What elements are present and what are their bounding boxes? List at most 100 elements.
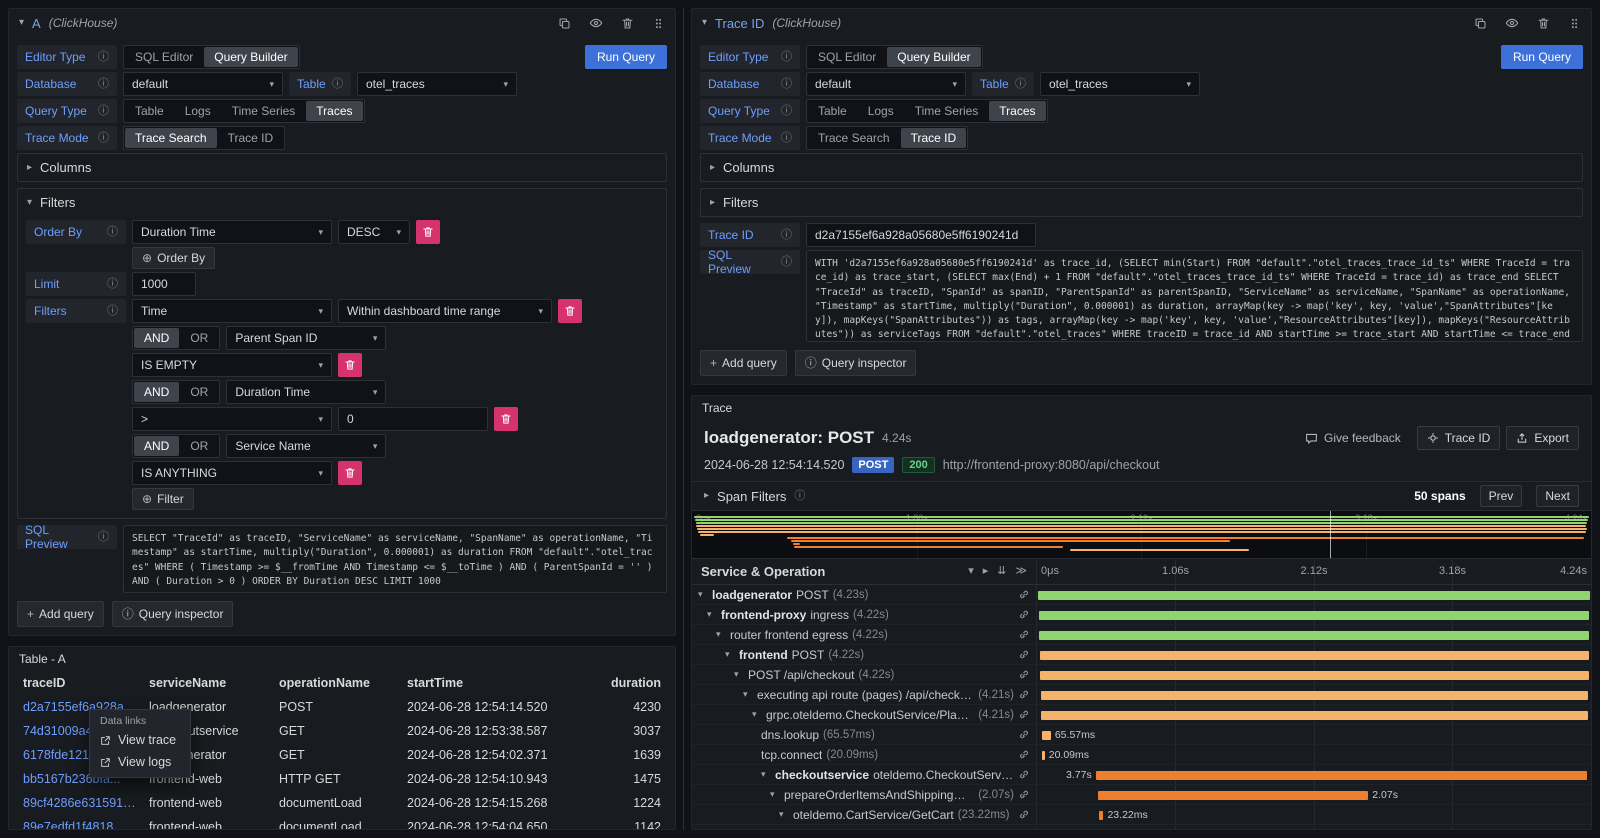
- trace-id-button[interactable]: Trace ID: [901, 128, 967, 148]
- span-row[interactable]: ▾oteldemo.CartService/GetCart(23.22ms)23…: [692, 805, 1591, 825]
- add-query-button[interactable]: +Add query: [700, 350, 787, 376]
- span-link-icon[interactable]: [1018, 629, 1030, 641]
- span-collapse-icon[interactable]: ▾: [761, 770, 771, 779]
- trace-search-button[interactable]: Trace Search: [125, 128, 217, 148]
- query-type-table[interactable]: Table: [808, 101, 857, 121]
- minimap-cursor[interactable]: [1330, 511, 1331, 558]
- panel-title[interactable]: Trace: [692, 396, 1591, 420]
- collapse-all-icon[interactable]: ⇊: [997, 566, 1006, 577]
- drag-handle-icon[interactable]: [652, 17, 665, 30]
- remove-filter-button[interactable]: [338, 461, 362, 485]
- span-row[interactable]: ▾router frontend egress(4.22s): [692, 625, 1591, 645]
- and-button[interactable]: AND: [134, 328, 179, 348]
- column-header[interactable]: duration: [577, 671, 667, 695]
- span-bar[interactable]: [1099, 811, 1103, 820]
- span-bar[interactable]: [1039, 611, 1590, 620]
- info-icon[interactable]: ⓘ: [98, 532, 109, 543]
- span-bar[interactable]: [1040, 651, 1589, 660]
- span-link-icon[interactable]: [1018, 589, 1030, 601]
- cell-traceID[interactable]: 89cf4286e631591b4...: [17, 791, 143, 815]
- span-collapse-icon[interactable]: ▾: [707, 610, 717, 619]
- column-header[interactable]: startTime: [401, 671, 577, 695]
- span-row[interactable]: ▾POST /api/checkout(4.22s): [692, 665, 1591, 685]
- duplicate-query-icon[interactable]: [1474, 17, 1487, 30]
- span-row[interactable]: ▾grpc.oteldemo.CheckoutService/PlaceOrde…: [692, 705, 1591, 725]
- span-collapse-icon[interactable]: ▾: [770, 790, 780, 799]
- trace-id-copy-button[interactable]: Trace ID: [1417, 426, 1501, 450]
- trace-id-input[interactable]: [806, 223, 1036, 247]
- trace-minimap[interactable]: 0μs1.06s2.12s3.18s4.24s: [692, 511, 1591, 559]
- info-icon[interactable]: ⓘ: [1015, 79, 1026, 90]
- query-type-timeseries[interactable]: Time Series: [222, 101, 306, 121]
- query-inspector-button[interactable]: ⓘQuery inspector: [112, 601, 234, 627]
- info-icon[interactable]: ⓘ: [781, 230, 792, 241]
- query-type-table[interactable]: Table: [125, 101, 174, 121]
- column-header[interactable]: serviceName: [143, 671, 273, 695]
- prev-span-button[interactable]: Prev: [1480, 485, 1523, 507]
- add-filter-button[interactable]: ⊕Filter: [132, 488, 194, 510]
- span-bar[interactable]: [1096, 771, 1587, 780]
- and-button[interactable]: AND: [134, 382, 179, 402]
- filters-toggle[interactable]: ▾ Filters: [18, 189, 666, 216]
- span-collapse-icon[interactable]: ▾: [752, 710, 762, 719]
- sql-editor-button[interactable]: SQL Editor: [808, 47, 886, 67]
- query-type-logs[interactable]: Logs: [858, 101, 904, 121]
- give-feedback-link[interactable]: Give feedback: [1305, 431, 1401, 445]
- info-icon[interactable]: ⓘ: [98, 106, 109, 117]
- span-row[interactable]: dns.lookup(65.57ms)65.57ms: [692, 725, 1591, 745]
- filter-operator-select[interactable]: IS ANYTHING▾: [132, 461, 332, 485]
- info-icon[interactable]: ⓘ: [794, 491, 805, 502]
- or-button[interactable]: OR: [180, 382, 218, 402]
- or-button[interactable]: OR: [180, 328, 218, 348]
- span-row[interactable]: ▾cartserviceoteldemo.CartService/GetCart: [692, 825, 1591, 829]
- info-icon[interactable]: ⓘ: [781, 106, 792, 117]
- hide-query-icon[interactable]: [589, 16, 603, 30]
- filter-field-select[interactable]: Service Name▾: [226, 434, 386, 458]
- remove-filter-button[interactable]: [338, 353, 362, 377]
- info-icon[interactable]: ⓘ: [781, 79, 792, 90]
- span-bar[interactable]: [1041, 711, 1588, 720]
- info-icon[interactable]: ⓘ: [332, 79, 343, 90]
- collapse-one-icon[interactable]: ▾: [968, 566, 974, 577]
- database-select[interactable]: default▾: [806, 72, 966, 96]
- order-by-direction-select[interactable]: DESC▾: [338, 220, 410, 244]
- trace-id-button[interactable]: Trace ID: [218, 128, 284, 148]
- info-icon[interactable]: ⓘ: [781, 257, 792, 268]
- filter-value-input[interactable]: [338, 407, 488, 431]
- query-builder-button[interactable]: Query Builder: [204, 47, 297, 67]
- span-bar[interactable]: [1038, 591, 1590, 600]
- view-logs-link[interactable]: View logs: [90, 751, 190, 773]
- chevron-right-icon[interactable]: ▸: [704, 491, 709, 501]
- expand-one-icon[interactable]: ▸: [983, 566, 989, 577]
- order-by-field-select[interactable]: Duration Time▾: [132, 220, 332, 244]
- span-collapse-icon[interactable]: ▾: [698, 590, 708, 599]
- info-icon[interactable]: ⓘ: [98, 52, 109, 63]
- query-type-traces[interactable]: Traces: [306, 101, 362, 121]
- span-link-icon[interactable]: [1018, 669, 1030, 681]
- info-icon[interactable]: ⓘ: [98, 79, 109, 90]
- sql-editor-button[interactable]: SQL Editor: [125, 47, 203, 67]
- info-icon[interactable]: ⓘ: [781, 133, 792, 144]
- span-bar[interactable]: [1041, 691, 1588, 700]
- span-link-icon[interactable]: [1018, 809, 1030, 821]
- filters-toggle[interactable]: ▸ Filters: [701, 189, 1582, 216]
- limit-input[interactable]: [132, 272, 196, 296]
- and-button[interactable]: AND: [134, 436, 179, 456]
- column-header[interactable]: traceID: [17, 671, 143, 695]
- query-type-timeseries[interactable]: Time Series: [905, 101, 989, 121]
- span-row[interactable]: ▾checkoutserviceoteldemo.CheckoutService…: [692, 765, 1591, 785]
- filter-operator-select[interactable]: >▾: [132, 407, 332, 431]
- span-bar[interactable]: [1040, 671, 1588, 680]
- next-span-button[interactable]: Next: [1536, 485, 1579, 507]
- span-link-icon[interactable]: [1018, 609, 1030, 621]
- filter-time-operator-select[interactable]: Within dashboard time range▾: [338, 299, 552, 323]
- info-icon[interactable]: ⓘ: [781, 52, 792, 63]
- table-select[interactable]: otel_traces▾: [357, 72, 517, 96]
- span-bar[interactable]: [1042, 731, 1051, 740]
- span-bar[interactable]: [1098, 791, 1368, 800]
- panel-title[interactable]: Table - A: [9, 647, 675, 671]
- remove-filter-button[interactable]: [558, 299, 582, 323]
- delete-query-icon[interactable]: [621, 17, 634, 30]
- query-type-logs[interactable]: Logs: [175, 101, 221, 121]
- hide-query-icon[interactable]: [1505, 16, 1519, 30]
